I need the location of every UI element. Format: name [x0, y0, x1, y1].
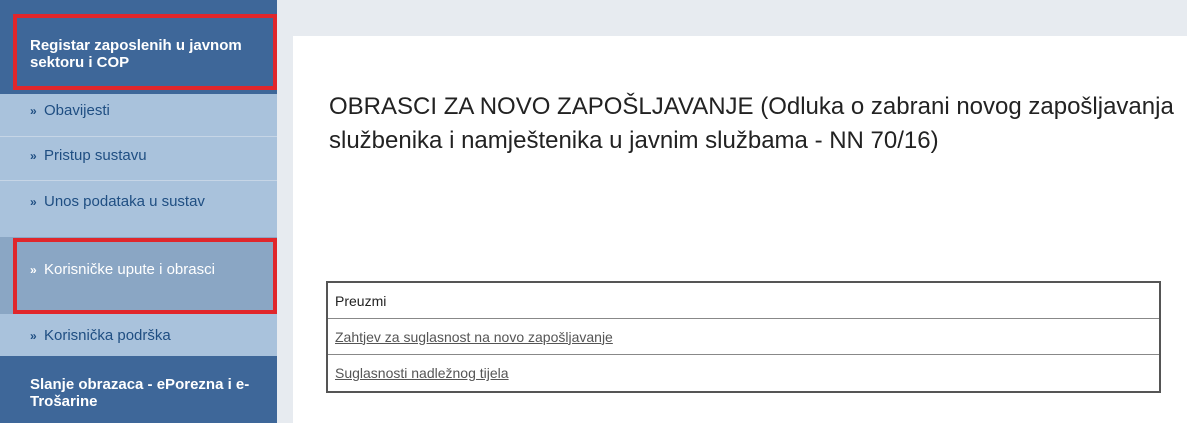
- table-header: Preuzmi: [328, 283, 1159, 319]
- sidebar-item-label: Obavijesti: [44, 102, 110, 119]
- table-header-label: Preuzmi: [335, 292, 387, 309]
- content-gutter: [277, 0, 293, 423]
- sidebar-header-slanje-label: Slanje obrazaca - ePorezna i e-Trošarine: [30, 376, 250, 410]
- sidebar-item-label: Pristup sustavu: [44, 147, 147, 164]
- highlight-box: [13, 14, 277, 90]
- double-chevron-right-icon: »: [30, 104, 37, 118]
- sidebar-header-slanje[interactable]: Slanje obrazaca - ePorezna i e-Trošarine: [0, 356, 277, 423]
- sidebar-item-obavijesti[interactable]: » Obavijesti: [0, 94, 277, 136]
- sidebar-item-label: Unos podataka u sustav: [44, 193, 205, 210]
- double-chevron-right-icon: »: [30, 329, 37, 343]
- download-link-zahtjev[interactable]: Zahtjev za suglasnost na novo zapošljava…: [335, 329, 613, 345]
- page-title: OBRASCI ZA NOVO ZAPOŠLJAVANJE (Odluka o …: [329, 93, 1174, 154]
- double-chevron-right-icon: »: [30, 149, 37, 163]
- top-bar: [277, 0, 1187, 36]
- double-chevron-right-icon: »: [30, 195, 37, 209]
- table-row: Suglasnosti nadležnog tijela: [328, 355, 1159, 391]
- highlight-box: [13, 238, 277, 314]
- download-link-suglasnosti[interactable]: Suglasnosti nadležnog tijela: [335, 365, 509, 381]
- sidebar-item-podrska[interactable]: » Korisnička podrška: [0, 314, 277, 356]
- sidebar-item-unos[interactable]: » Unos podataka u sustav: [0, 181, 277, 237]
- sidebar-item-pristup[interactable]: » Pristup sustavu: [0, 137, 277, 180]
- table-row: Zahtjev za suglasnost na novo zapošljava…: [328, 319, 1159, 355]
- sidebar-item-label: Korisnička podrška: [44, 327, 171, 344]
- download-table: Preuzmi Zahtjev za suglasnost na novo za…: [326, 281, 1161, 393]
